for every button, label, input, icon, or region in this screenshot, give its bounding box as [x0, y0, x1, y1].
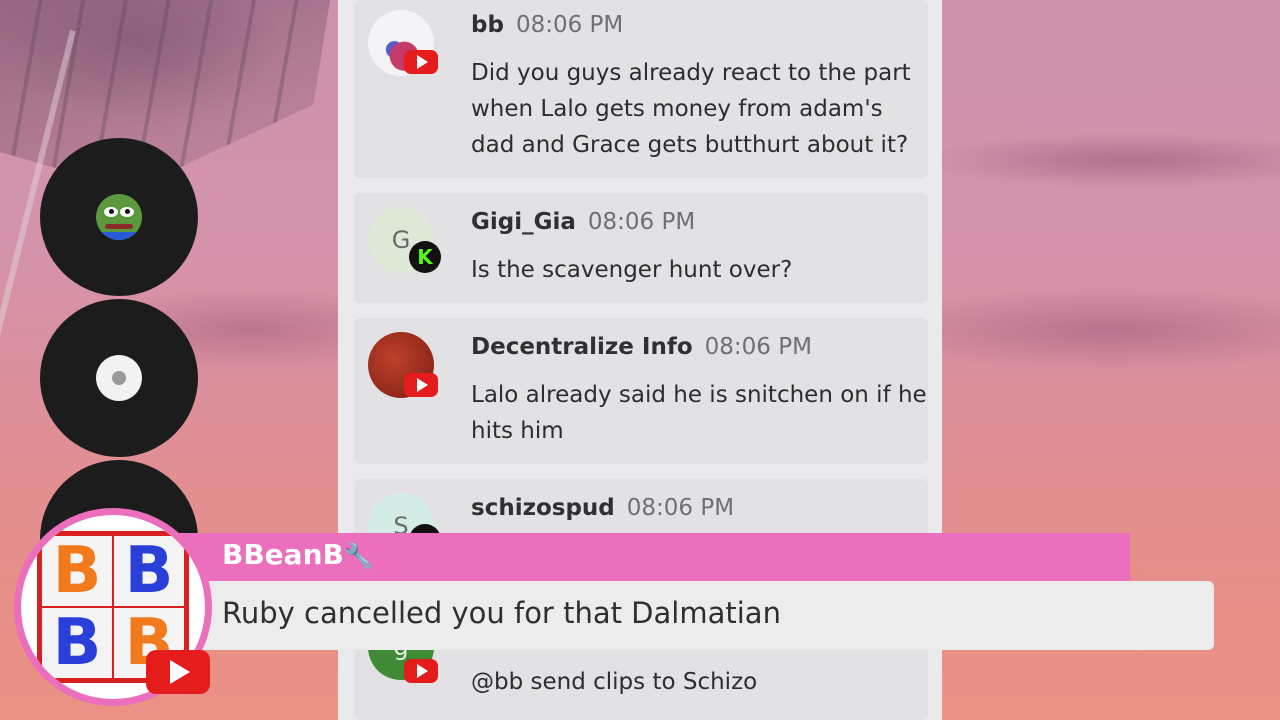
youtube-icon	[146, 650, 210, 694]
chat-message: G K Gigi_Gia 08:06 PM Is the scavenger hu…	[354, 193, 928, 303]
kick-icon: K	[409, 241, 441, 273]
youtube-icon	[404, 659, 438, 683]
participant-circle-pepe	[40, 138, 198, 296]
message-username: bb	[471, 12, 504, 38]
highlight-username-row: BBeanB🔧	[222, 538, 374, 571]
message-username: Gigi_Gia	[471, 209, 576, 235]
message-text: @bb send clips to Schizo	[471, 669, 758, 695]
message-text: Did you guys already react to the part w…	[471, 60, 911, 158]
message-text: Is the scavenger hunt over?	[471, 257, 793, 283]
youtube-icon	[404, 50, 438, 74]
user-placeholder-icon	[96, 355, 142, 401]
chat-message: Decentralize Info 08:06 PM Lalo already s…	[354, 318, 928, 464]
chat-message: bb 08:06 PM Did you guys already react to…	[354, 0, 928, 178]
highlight-username: BBeanB	[222, 538, 344, 571]
highlight-message-text: Ruby cancelled you for that Dalmatian	[222, 596, 781, 630]
message-text: Lalo already said he is snitchen on if h…	[471, 382, 927, 444]
message-username: Decentralize Info	[471, 334, 693, 360]
message-timestamp: 08:06 PM	[626, 495, 735, 521]
message-timestamp: 08:06 PM	[704, 334, 812, 360]
message-username: schizospud	[471, 495, 615, 521]
youtube-icon	[404, 373, 438, 397]
message-timestamp: 08:06 PM	[515, 12, 624, 38]
message-timestamp: 08:06 PM	[587, 209, 696, 235]
wrench-icon: 🔧	[343, 542, 374, 570]
participant-circle-default	[40, 299, 198, 457]
pepe-avatar-icon	[96, 194, 142, 240]
